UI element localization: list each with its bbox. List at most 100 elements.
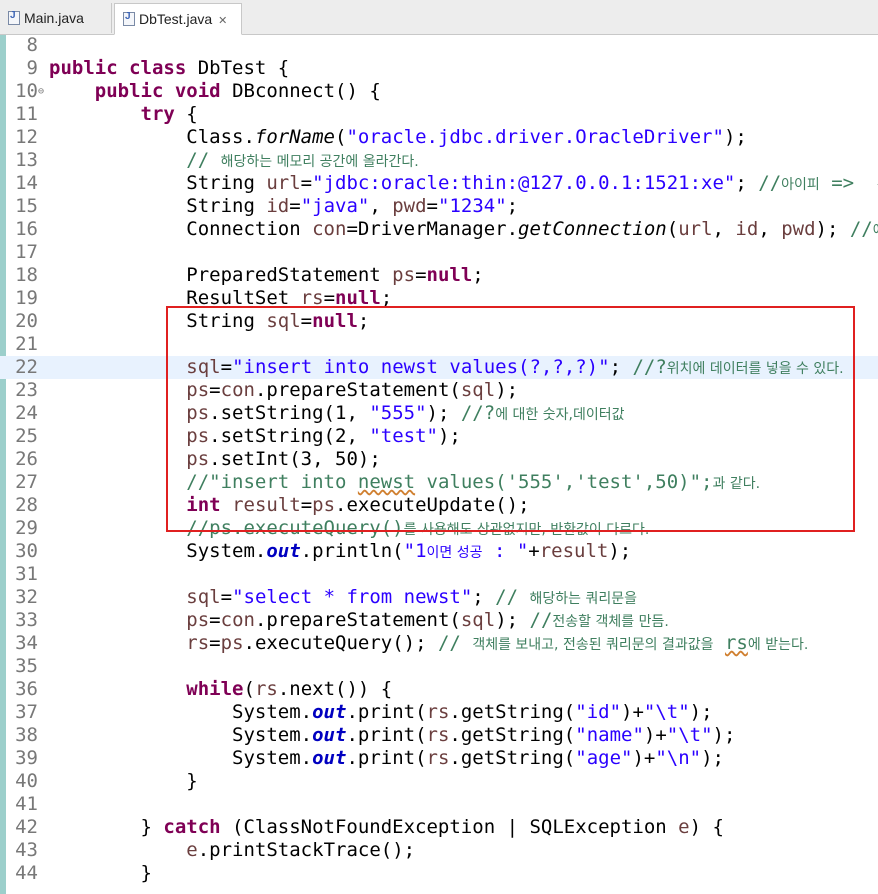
code-text: ps=con.prepareStatement(sql); //전송할 객체를 … (186, 609, 669, 631)
code-line[interactable]: 30 System.out.println("1이면 성공 : "+result… (0, 540, 878, 563)
code-text: String url="jdbc:oracle:thin:@127.0.0.1:… (49, 172, 878, 194)
code-text: public class DbTest { (49, 57, 290, 79)
code-line[interactable]: 29 //ps.executeQuery()를 사용해도 상관없지만, 반환값이… (0, 517, 878, 540)
fold-toggle-icon[interactable]: ⊖ (38, 80, 44, 103)
line-number: 8 (26, 35, 38, 56)
line-number: 42 (15, 816, 38, 838)
line-number: 26 (15, 448, 38, 470)
line-number: 40 (15, 770, 38, 792)
close-icon[interactable]: ✕ (218, 15, 227, 27)
line-number: 32 (15, 586, 38, 608)
line-number: 12 (15, 126, 38, 148)
code-line[interactable]: 39 System.out.print(rs.getString("age")+… (0, 747, 878, 770)
code-text: Class.forName("oracle.jdbc.driver.Oracle… (49, 126, 747, 148)
line-number: 21 (15, 333, 38, 355)
code-text: System.out.println("1이면 성공 : "+result); (49, 540, 632, 562)
code-line[interactable]: 9 public class DbTest { (0, 57, 878, 80)
code-text: rs=ps.executeQuery(); // 객체를 보내고, 전송된 쿼리… (186, 632, 809, 654)
code-line[interactable]: 26 ps.setInt(3, 50); (0, 448, 878, 471)
line-number: 43 (15, 839, 38, 861)
line-number: 18 (15, 264, 38, 286)
code-text: e.printStackTrace(); (186, 839, 416, 861)
code-text: //ps.executeQuery()를 사용해도 상관없지만, 반환값이 다르… (186, 517, 650, 539)
code-line[interactable]: 43 e.printStackTrace(); (0, 839, 878, 862)
code-line[interactable]: 35 (0, 655, 878, 678)
code-line[interactable]: 11 try { (0, 103, 878, 126)
code-line[interactable]: 23 ps=con.prepareStatement(sql); (0, 379, 878, 402)
line-number: 44 (15, 862, 38, 884)
tab-label: Main.java (24, 10, 84, 26)
code-line[interactable]: 8 (0, 35, 878, 57)
line-number: 15 (15, 195, 38, 217)
line-number: 35 (15, 655, 38, 677)
line-number: 27 (15, 471, 38, 493)
code-text: System.out.print(rs.getString("id")+"\t"… (49, 701, 713, 723)
code-text: } (49, 770, 198, 792)
code-line[interactable]: 31 (0, 563, 878, 586)
tab-main-java[interactable]: Main.java (0, 3, 112, 33)
java-file-icon (8, 10, 20, 25)
code-text: String sql=null; (49, 310, 370, 332)
editor-tab-bar: Main.java DbTest.java ✕ (0, 0, 878, 35)
code-editor[interactable]: 8 9 public class DbTest {10 ⊖ public void D… (0, 35, 878, 894)
code-line[interactable]: 36 while(rs.next()) { (0, 678, 878, 701)
tab-label: DbTest.java (139, 11, 213, 27)
line-number: 31 (15, 563, 38, 585)
code-line[interactable]: 40 } (0, 770, 878, 793)
code-line[interactable]: 27 //"insert into newst values('555','te… (0, 471, 878, 494)
code-text: String id="java", pwd="1234"; (49, 195, 519, 217)
code-text: try { (140, 103, 198, 125)
code-line[interactable]: 15 String id="java", pwd="1234"; (0, 195, 878, 218)
code-text: sql="insert into newst values(?,?,?)"; /… (186, 356, 844, 378)
line-number: 39 (15, 747, 38, 769)
code-line[interactable]: 32 sql="select * from newst"; // 해당하는 쿼리… (0, 586, 878, 609)
code-text: ps.setInt(3, 50); (186, 448, 381, 470)
code-text: ps=con.prepareStatement(sql); (186, 379, 519, 401)
line-number: 17 (15, 241, 38, 263)
code-line[interactable]: 10 ⊖ public void DBconnect() { (0, 80, 878, 103)
line-number: 30 (15, 540, 38, 562)
code-line[interactable]: 20 String sql=null; (0, 310, 878, 333)
code-line[interactable]: 28 int result=ps.executeUpdate(); (0, 494, 878, 517)
line-number: 33 (15, 609, 38, 631)
line-number: 37 (15, 701, 38, 723)
code-text: int result=ps.executeUpdate(); (186, 494, 530, 516)
code-line[interactable]: 18 PreparedStatement ps=null; (0, 264, 878, 287)
code-line[interactable]: 44 } (0, 862, 878, 885)
code-text: ResultSet rs=null; (49, 287, 393, 309)
code-line[interactable]: 12 Class.forName("oracle.jdbc.driver.Ora… (0, 126, 878, 149)
code-line[interactable]: 14 String url="jdbc:oracle:thin:@127.0.0… (0, 172, 878, 195)
code-text: PreparedStatement ps=null; (49, 264, 484, 286)
line-number: 34 (15, 632, 38, 654)
code-text: ps.setString(1, "555"); //?에 대한 숫자,데이터값 (186, 402, 625, 424)
code-line[interactable]: 24 ps.setString(1, "555"); //?에 대한 숫자,데이… (0, 402, 878, 425)
line-number: 13 (15, 149, 38, 171)
code-text: while(rs.next()) { (186, 678, 393, 700)
code-line[interactable]: 37 System.out.print(rs.getString("id")+"… (0, 701, 878, 724)
code-line[interactable]: 21 (0, 333, 878, 356)
code-line[interactable]: 41 (0, 793, 878, 816)
code-line[interactable]: 19 ResultSet rs=null; (0, 287, 878, 310)
code-line[interactable]: 17 (0, 241, 878, 264)
line-number: 28 (15, 494, 38, 516)
code-line[interactable]: 33 ps=con.prepareStatement(sql); //전송할 객… (0, 609, 878, 632)
line-number: 19 (15, 287, 38, 309)
tab-dbtest-java[interactable]: DbTest.java ✕ (114, 3, 242, 35)
code-line[interactable]: 22 sql="insert into newst values(?,?,?)"… (0, 356, 878, 379)
line-number: 9 (26, 57, 38, 79)
code-line[interactable]: 16 Connection con=DriverManager.getConne… (0, 218, 878, 241)
code-line[interactable]: 13 // 해당하는 메모리 공간에 올라간다. (0, 149, 878, 172)
line-number: 29 (15, 517, 38, 539)
code-text: } catch (ClassNotFoundException | SQLExc… (49, 816, 724, 838)
code-text: } (49, 862, 152, 884)
code-line[interactable]: 38 System.out.print(rs.getString("name")… (0, 724, 878, 747)
code-line[interactable]: 42 } catch (ClassNotFoundException | SQL… (0, 816, 878, 839)
line-number: 14 (15, 172, 38, 194)
line-number: 25 (15, 425, 38, 447)
code-line[interactable]: 34 rs=ps.executeQuery(); // 객체를 보내고, 전송된… (0, 632, 878, 655)
line-number: 24 (15, 402, 38, 424)
code-text: Connection con=DriverManager.getConnecti… (49, 218, 878, 240)
line-number: 20 (15, 310, 38, 332)
code-line[interactable]: 25 ps.setString(2, "test"); (0, 425, 878, 448)
line-number: 16 (15, 218, 38, 240)
